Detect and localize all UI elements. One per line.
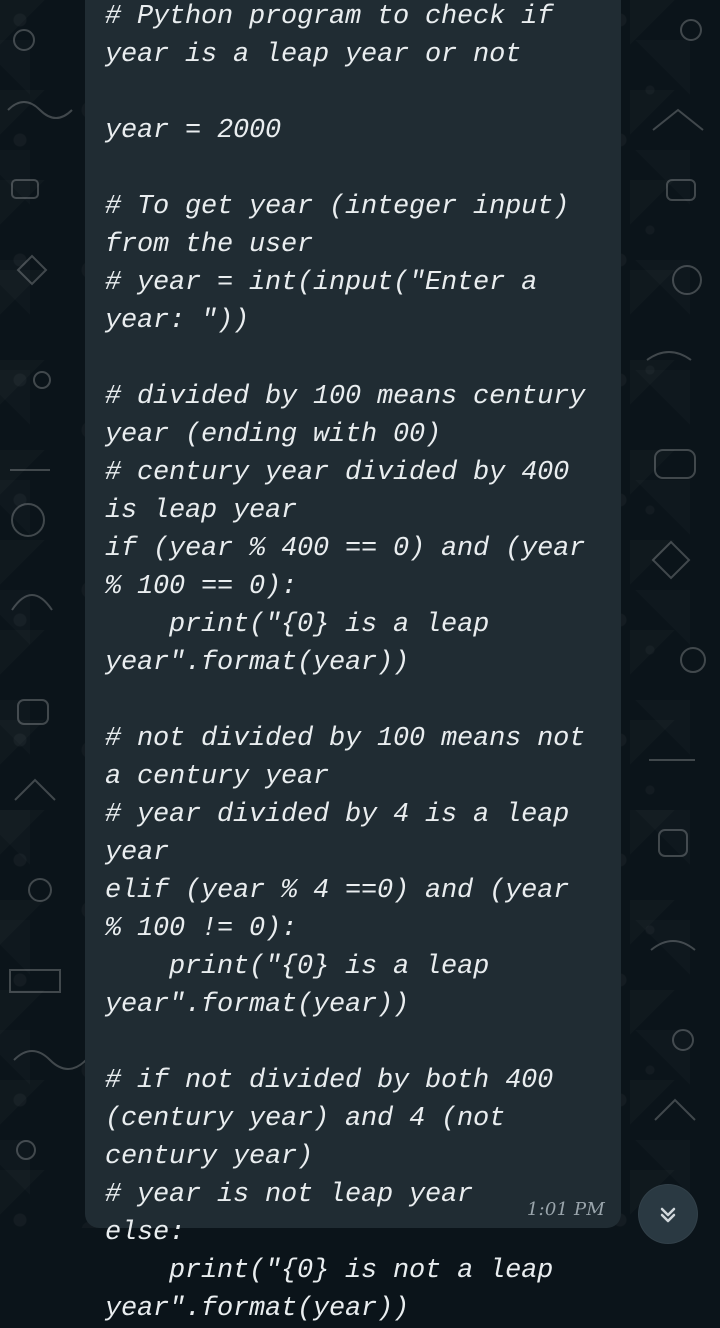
scroll-down-button[interactable] <box>638 1184 698 1244</box>
message-text: # Python program to check if year is a l… <box>105 2 586 1324</box>
wallpaper-doodle-right <box>646 19 706 1121</box>
message-bubble[interactable]: # Python program to check if year is a l… <box>85 0 621 1324</box>
message-time: 1:01 PM <box>526 1199 605 1220</box>
double-chevron-down-icon <box>660 1207 676 1223</box>
wallpaper-doodle-left <box>7 29 85 1160</box>
